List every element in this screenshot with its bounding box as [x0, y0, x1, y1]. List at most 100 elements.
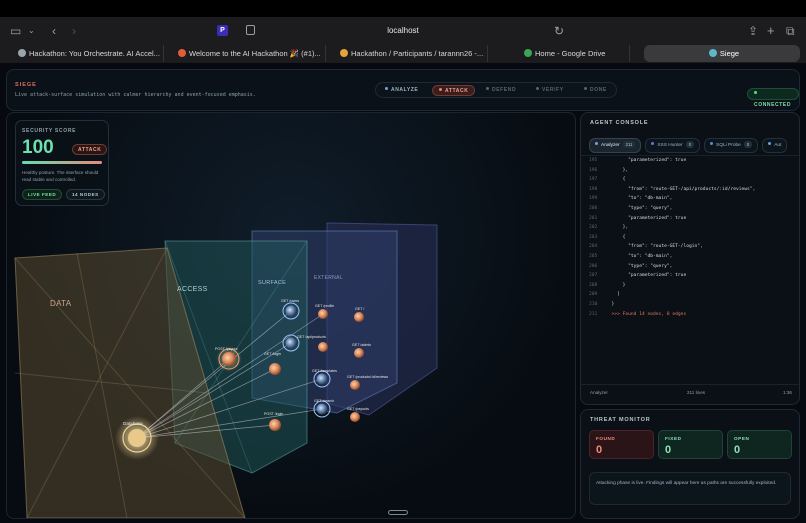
node-label-get-users: GET /users — [281, 299, 300, 303]
external-node-d — [350, 412, 360, 422]
browser-tab[interactable]: Welcome to the AI Hackathon 🎉 (#1)... — [174, 45, 326, 62]
code-line: 202 }, — [581, 223, 799, 233]
forward-icon[interactable]: › — [72, 23, 76, 39]
line-number: 206 — [589, 263, 598, 269]
open-stat: OPEN 0 — [727, 430, 792, 459]
browser-toolbar: ▭ ⌄ ‹ › P localhost ↻ ⇪ + ⧉ — [0, 17, 806, 45]
phase-analyze[interactable]: ANALYZE — [379, 85, 424, 96]
node-label-api-products: GET /api/products — [297, 335, 326, 339]
fixed-value: 0 — [665, 444, 672, 456]
open-label: OPEN — [734, 436, 750, 441]
phase-done[interactable]: DONE — [578, 85, 613, 96]
tab-overview-icon[interactable]: ⧉ — [786, 23, 795, 39]
reload-icon[interactable]: ↻ — [554, 23, 564, 39]
line-text: "type": "query", — [606, 263, 673, 269]
phase-attack[interactable]: ATTACK — [432, 85, 476, 96]
footer-elapsed: 1:36 — [783, 390, 792, 395]
line-number: 204 — [589, 244, 598, 250]
resize-handle[interactable] — [388, 510, 408, 515]
tab-label: SQLi Probe — [716, 143, 741, 148]
tab-auth[interactable]: Aut — [762, 138, 788, 153]
agent-dot — [710, 142, 714, 145]
console-tabs: Analyzer 211 XSS Hunter 0 SQLi Probe 0 Aut — [589, 133, 799, 153]
line-number: 210 — [589, 301, 598, 307]
phase-label: DEFEND — [492, 87, 517, 93]
tab-label: Welcome to the AI Hackathon 🎉 (#1)... — [189, 49, 321, 58]
node-label-templates: GET /templates — [312, 369, 337, 373]
code-line: 196 }, — [581, 166, 799, 176]
threat-monitor: THREAT MONITOR FOUND 0 FIXED 0 OPEN 0 At… — [580, 409, 800, 519]
browser-tab-active[interactable]: Siege — [644, 45, 800, 62]
found-value: 0 — [596, 444, 603, 456]
line-number: 207 — [589, 273, 598, 279]
layer-label-surface: SURFACE — [258, 280, 287, 286]
access-node-a — [269, 363, 281, 375]
attack-surface-scene[interactable]: DATA ACCESS SURFACE EXTERNAL Database PO… — [6, 112, 576, 519]
address-bar[interactable]: localhost — [230, 21, 576, 41]
code-line: 209 ] — [581, 290, 799, 300]
threat-title: THREAT MONITOR — [590, 417, 651, 423]
browser-tab[interactable]: Home - Google Drive — [520, 45, 630, 62]
live-feed-pill: LIVE FEED — [22, 189, 63, 200]
tab-label: Home - Google Drive — [535, 49, 606, 58]
phase-dot — [584, 87, 587, 90]
app-subtitle: Live attack-surface simulation with calm… — [15, 92, 256, 98]
line-number: 199 — [589, 196, 598, 202]
tab-favicon — [708, 49, 717, 57]
chevron-down-icon[interactable]: ⌄ — [28, 23, 35, 39]
open-value: 0 — [734, 444, 741, 456]
line-text: "to": "db-main", — [606, 253, 673, 259]
fixed-label: FIXED — [665, 436, 682, 441]
code-line: 203 { — [581, 233, 799, 243]
footer-line-count: 211 lines — [687, 390, 706, 395]
browser-tab[interactable]: Hackathon: You Orchestrate. AI Accel... — [14, 45, 164, 62]
new-tab-icon[interactable]: + — [767, 23, 775, 39]
sidebar-toggle-icon[interactable]: ▭ — [10, 23, 21, 39]
line-text: ] — [606, 292, 620, 298]
score-description: Healthy posture. The interface should re… — [22, 170, 99, 182]
agent-console: AGENT CONSOLE Analyzer 211 XSS Hunter 0 SQLi… — [580, 112, 800, 405]
tab-label: Hackathon / Participants / tarannn26 -..… — [351, 49, 484, 58]
tab-sqli-probe[interactable]: SQLi Probe 0 — [704, 138, 759, 153]
code-line: 204 "from": "route-GET-/login", — [581, 242, 799, 252]
console-title: AGENT CONSOLE — [590, 120, 649, 126]
tab-label: Hackathon: You Orchestrate. AI Accel... — [29, 49, 160, 58]
line-text: "from": "route-GET-/login", — [606, 244, 703, 250]
external-node-b — [354, 348, 364, 358]
connection-status: CONNECTED — [747, 88, 799, 108]
tab-count: 0 — [685, 141, 695, 148]
agent-dot — [651, 142, 655, 145]
surface-node-a — [318, 309, 328, 319]
tab-favicon — [524, 49, 532, 57]
code-line: 205 "to": "db-main", — [581, 252, 799, 262]
node-label-reviews: GET /products/:id/reviews — [347, 375, 389, 379]
line-text: "parameterized": true — [606, 273, 687, 279]
node-label-post-payout: POST /payout — [215, 347, 238, 351]
tab-xss-hunter[interactable]: XSS Hunter 0 — [645, 138, 701, 153]
tab-favicon — [340, 49, 348, 57]
extension-icon[interactable]: P — [217, 25, 228, 36]
back-icon[interactable]: ‹ — [52, 23, 56, 39]
phase-defend[interactable]: DEFEND — [480, 85, 522, 96]
phase-dot — [439, 88, 442, 91]
phase-verify[interactable]: VERIFY — [530, 85, 570, 96]
connection-label: CONNECTED — [754, 102, 792, 108]
share-icon[interactable]: ⇪ — [748, 23, 758, 39]
tab-label: Aut — [774, 143, 782, 148]
console-output[interactable]: 195 "parameterized": true 196 }, 197 { 1… — [581, 155, 799, 385]
app-header: SIEGE Live attack-surface simulation wit… — [6, 69, 800, 111]
tab-analyzer[interactable]: Analyzer 211 — [589, 138, 642, 153]
browser-tab[interactable]: Hackathon / Participants / tarannn26 -..… — [336, 45, 488, 62]
code-line: 195 "parameterized": true — [581, 156, 799, 166]
fixed-stat: FIXED 0 — [658, 430, 723, 459]
line-number: 196 — [589, 167, 598, 173]
layer-label-external: EXTERNAL — [314, 275, 343, 281]
line-number: 208 — [589, 282, 598, 288]
node-label-database: Database — [123, 421, 143, 426]
phase-label: VERIFY — [542, 87, 564, 93]
line-text: { — [606, 177, 626, 183]
siege-app: SIEGE Live attack-surface simulation wit… — [0, 63, 806, 523]
score-bar — [22, 161, 102, 164]
code-line: 200 "type": "query", — [581, 204, 799, 214]
line-number: 209 — [589, 292, 598, 298]
